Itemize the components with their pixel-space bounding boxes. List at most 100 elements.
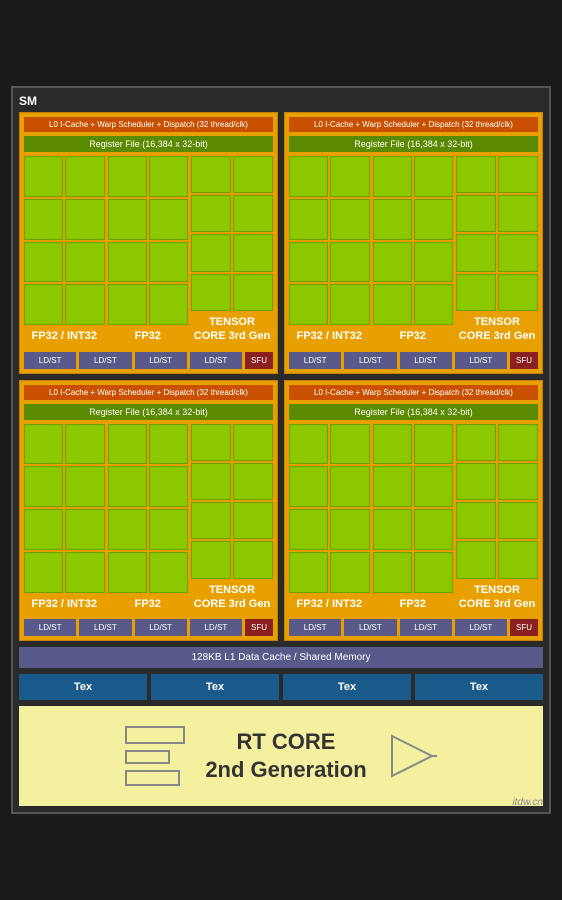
ldst-cell: LD/ST [135, 619, 187, 636]
ldst-cell: LD/ST [24, 352, 76, 369]
ldst-cell: LD/ST [79, 619, 131, 636]
tensor-cell [498, 156, 538, 193]
tensor-cell [456, 424, 496, 461]
tensor-cells-3 [191, 424, 273, 579]
compute-section-2: FP32 / INT32 FP32 [289, 156, 538, 348]
fp-cell [149, 242, 188, 283]
ldst-cell: LD/ST [190, 352, 242, 369]
fp-cell [289, 284, 328, 325]
tensor-cell [233, 234, 273, 271]
fp32-cells-4a [289, 424, 370, 593]
fp32-cells-3a [24, 424, 105, 593]
fp-cell [108, 466, 147, 507]
fp-cell [24, 199, 63, 240]
fp32-col-1a: FP32 / INT32 [24, 156, 105, 348]
tensor-cell [456, 502, 496, 539]
fp-cell [149, 424, 188, 465]
register-file-bar-2: Register File (16,384 x 32-bit) [289, 136, 538, 152]
fp-cell [24, 509, 63, 550]
ldst-cell: LD/ST [79, 352, 131, 369]
tensor-cell [233, 502, 273, 539]
fp32-label-4a: FP32 / INT32 [289, 593, 370, 615]
fp-cell [414, 552, 453, 593]
tensor-cell [498, 502, 538, 539]
fp-cell [149, 156, 188, 197]
rt-core-line1: RT CORE [236, 729, 335, 754]
ldst-cell: LD/ST [344, 619, 396, 636]
tensor-cell [456, 234, 496, 271]
sfu-cell-3: SFU [245, 619, 273, 636]
fp-cell [330, 199, 369, 240]
fp-cell [24, 156, 63, 197]
compute-section-3: FP32 / INT32 FP32 [24, 424, 273, 616]
tex-cell-4: Tex [415, 674, 543, 700]
register-file-bar-3: Register File (16,384 x 32-bit) [24, 404, 273, 420]
fp-cell [65, 284, 104, 325]
quadrant-grid: L0 I-Cache + Warp Scheduler + Dispatch (… [19, 112, 543, 641]
fp-cell [149, 509, 188, 550]
fp32-label-1b: FP32 [108, 325, 189, 347]
quadrant-3: L0 I-Cache + Warp Scheduler + Dispatch (… [19, 380, 278, 642]
tensor-cell [456, 541, 496, 578]
fp32-cells-3b [108, 424, 189, 593]
fp-cell [65, 242, 104, 283]
fp-cell [373, 509, 412, 550]
fp-cell [65, 466, 104, 507]
fp-cell [373, 424, 412, 465]
ldst-cell: LD/ST [289, 619, 341, 636]
fp32-cells-2b [373, 156, 454, 325]
tensor-cell [498, 195, 538, 232]
fp-cell [330, 284, 369, 325]
fp-cell [108, 156, 147, 197]
tensor-cells-4 [456, 424, 538, 579]
tensor-cell [456, 463, 496, 500]
tensor-cell [191, 234, 231, 271]
fp-cell [24, 466, 63, 507]
tensor-cell [191, 424, 231, 461]
fp-cell [414, 424, 453, 465]
ldst-cell: LD/ST [289, 352, 341, 369]
tensor-cell [498, 274, 538, 311]
fp-cell [330, 509, 369, 550]
rt-triangle-decoration [387, 731, 437, 781]
watermark: itdw.cn [512, 797, 543, 808]
fp-cell [330, 156, 369, 197]
rt-core-line2: 2nd Generation [205, 757, 366, 782]
fp-cell [149, 466, 188, 507]
ldst-cell: LD/ST [190, 619, 242, 636]
fp-cell [24, 424, 63, 465]
ldst-cell: LD/ST [135, 352, 187, 369]
fp-cell [24, 242, 63, 283]
tensor-cell [233, 463, 273, 500]
fp32-col-3a: FP32 / INT32 [24, 424, 105, 616]
ldst-cell: LD/ST [455, 352, 507, 369]
fp-cell [108, 242, 147, 283]
ldst-cell: LD/ST [24, 619, 76, 636]
ldst-cell: LD/ST [400, 619, 452, 636]
tensor-cell [191, 156, 231, 193]
tensor-col-4: TENSOR CORE 3rd Gen [456, 424, 538, 616]
tensor-cell [498, 424, 538, 461]
compute-section-4: FP32 / INT32 FP32 [289, 424, 538, 616]
l0-cache-bar-4: L0 I-Cache + Warp Scheduler + Dispatch (… [289, 385, 538, 400]
rt-rect-decoration-3 [125, 770, 180, 786]
fp-cell [414, 242, 453, 283]
compute-section-1: FP32 / INT32 FP32 [24, 156, 273, 348]
fp-cell [373, 552, 412, 593]
tensor-cell [191, 502, 231, 539]
sfu-cell-2: SFU [510, 352, 538, 369]
fp-cell [289, 552, 328, 593]
fp-cell [24, 552, 63, 593]
tensor-cells-1 [191, 156, 273, 311]
fp-cell [108, 509, 147, 550]
l1-cache-bar: 128KB L1 Data Cache / Shared Memory [19, 647, 543, 668]
ldst-cell: LD/ST [344, 352, 396, 369]
tensor-cell [191, 463, 231, 500]
fp-cell [373, 466, 412, 507]
tensor-cells-2 [456, 156, 538, 311]
fp-cell [65, 509, 104, 550]
l0-cache-bar-2: L0 I-Cache + Warp Scheduler + Dispatch (… [289, 117, 538, 132]
fp32-label-2b: FP32 [373, 325, 454, 347]
tensor-cell [498, 463, 538, 500]
l0-cache-bar-1: L0 I-Cache + Warp Scheduler + Dispatch (… [24, 117, 273, 132]
